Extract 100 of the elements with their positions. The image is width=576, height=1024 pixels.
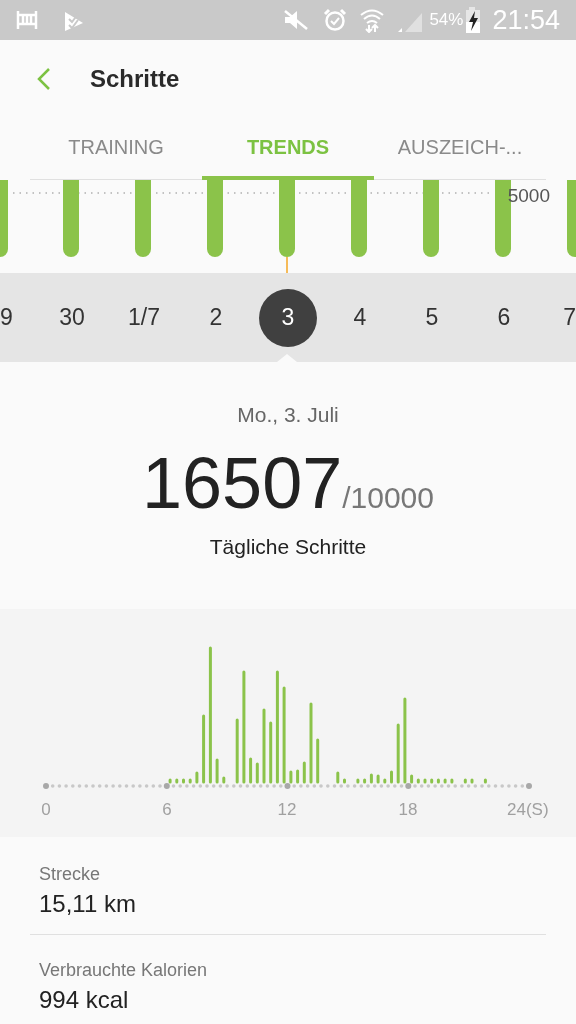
axis-dot bbox=[191, 784, 196, 788]
bar bbox=[336, 771, 340, 784]
axis-dot bbox=[118, 784, 122, 788]
date-item[interactable]: 5 bbox=[425, 288, 439, 347]
alarm-icon bbox=[323, 8, 348, 32]
axis-dot bbox=[238, 784, 243, 788]
stat-value: 15,11 km bbox=[39, 890, 137, 918]
axis-dot bbox=[138, 784, 142, 788]
axis-dot bbox=[84, 784, 89, 788]
stat-value: 994 kcal bbox=[39, 986, 130, 1014]
bar bbox=[235, 718, 239, 784]
bar bbox=[195, 771, 199, 784]
bar bbox=[470, 778, 474, 784]
axis-dot bbox=[319, 784, 323, 788]
axis-dot bbox=[419, 784, 424, 788]
battery-charging-icon bbox=[466, 7, 483, 33]
axis-dot bbox=[326, 784, 330, 788]
bar bbox=[175, 778, 179, 784]
axis-dot bbox=[272, 784, 276, 788]
axis-dot bbox=[245, 784, 250, 788]
axis-dot bbox=[339, 784, 343, 788]
mute-icon bbox=[283, 8, 310, 32]
bar bbox=[430, 778, 434, 784]
axis-label: 24(S) bbox=[507, 799, 549, 821]
bar bbox=[363, 778, 367, 784]
axis-dot bbox=[232, 784, 236, 788]
axis-dot bbox=[312, 784, 317, 788]
axis-dot bbox=[64, 784, 68, 788]
bar bbox=[289, 770, 293, 784]
axis-label: 12 bbox=[277, 799, 297, 821]
bar bbox=[222, 776, 226, 784]
bar bbox=[436, 778, 440, 784]
bar bbox=[396, 723, 400, 784]
axis-dot bbox=[131, 784, 135, 788]
axis-dot bbox=[386, 784, 390, 788]
axis-dot bbox=[500, 784, 504, 788]
bar bbox=[410, 774, 414, 784]
axis-dot bbox=[258, 784, 263, 788]
date-item[interactable]: 1/7 bbox=[128, 288, 160, 347]
date-item[interactable]: 9 bbox=[0, 288, 13, 347]
axis-dot bbox=[104, 784, 109, 788]
date-item[interactable]: 7 bbox=[563, 288, 576, 347]
axis-label: 6 bbox=[162, 799, 172, 821]
axis-dot bbox=[305, 784, 310, 788]
axis-dot bbox=[513, 784, 518, 788]
axis-dot bbox=[252, 784, 256, 788]
bar bbox=[302, 761, 306, 784]
bar bbox=[356, 778, 360, 784]
axis-dot bbox=[473, 784, 478, 788]
stat-label: Verbrauchte Kalorien bbox=[39, 959, 209, 982]
bar bbox=[202, 714, 206, 784]
date-item[interactable]: 30 bbox=[59, 288, 85, 347]
axis-dot bbox=[466, 784, 471, 788]
bar bbox=[255, 762, 259, 784]
date-item[interactable]: 2 bbox=[209, 288, 223, 347]
axis-dot bbox=[460, 784, 464, 788]
bar bbox=[296, 769, 300, 784]
axis-dot bbox=[265, 784, 270, 788]
axis-dot bbox=[493, 784, 498, 788]
bar bbox=[443, 778, 447, 784]
axis-dot bbox=[446, 784, 451, 788]
date-item[interactable]: 4 bbox=[353, 288, 367, 347]
bar bbox=[316, 738, 320, 784]
axis-dot bbox=[97, 784, 102, 788]
axis-label: 18 bbox=[398, 799, 418, 821]
axis-dot bbox=[198, 784, 203, 788]
checklist-icon bbox=[63, 9, 85, 31]
bar bbox=[168, 778, 172, 784]
summary-label: Tägliche Schritte bbox=[209, 533, 367, 560]
axis-dot bbox=[379, 784, 384, 788]
date-item[interactable]: 6 bbox=[497, 288, 511, 347]
axis-dot bbox=[433, 784, 437, 788]
bar bbox=[249, 757, 253, 784]
bar bbox=[215, 758, 219, 784]
bar bbox=[423, 778, 427, 784]
crib-icon bbox=[16, 10, 38, 30]
axis-dot bbox=[372, 784, 377, 788]
axis-dot bbox=[487, 784, 491, 788]
axis-dot bbox=[299, 784, 303, 788]
axis-dot bbox=[332, 784, 337, 788]
bar bbox=[376, 774, 380, 784]
axis-dot bbox=[480, 784, 484, 788]
axis-dot bbox=[346, 784, 350, 788]
bar bbox=[182, 778, 185, 784]
axis-dot bbox=[366, 784, 370, 788]
bar bbox=[383, 778, 387, 784]
axis-dot bbox=[426, 784, 431, 788]
axis-dot bbox=[211, 784, 216, 788]
wifi-icon bbox=[359, 7, 386, 33]
summary-date: Mo., 3. Juli bbox=[237, 402, 339, 428]
bar bbox=[450, 778, 454, 784]
axis-dot bbox=[393, 784, 397, 788]
axis-dot bbox=[352, 784, 357, 788]
bar bbox=[269, 721, 273, 784]
bar bbox=[369, 773, 373, 784]
bar bbox=[390, 770, 393, 784]
stat-label: Strecke bbox=[39, 863, 102, 886]
axis-label: 0 bbox=[41, 799, 51, 821]
bar bbox=[343, 778, 346, 784]
date-item[interactable]: 3 bbox=[259, 288, 317, 347]
